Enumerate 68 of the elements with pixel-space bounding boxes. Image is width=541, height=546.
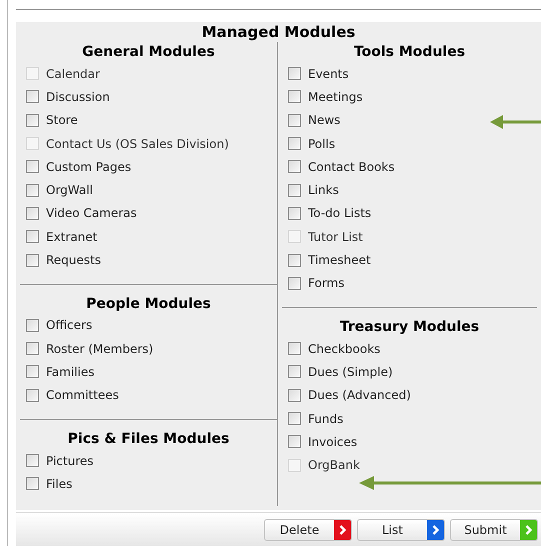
checkbox[interactable] (26, 90, 39, 104)
checkbox[interactable] (288, 137, 301, 150)
checkbox[interactable] (26, 477, 39, 490)
checkbox[interactable] (288, 67, 301, 80)
checkbox-label: Officers (46, 317, 92, 334)
checkbox-label: Extranet (46, 228, 98, 246)
checkbox-label: Dues (Advanced) (308, 387, 411, 404)
checkbox-label: News (308, 112, 340, 130)
checkbox-label: Families (46, 364, 94, 381)
checkbox-label: Roster (Members) (46, 340, 154, 358)
checkbox-label: Events (308, 66, 349, 83)
section-heading: Pics & Files Modules (68, 432, 230, 446)
annotation-arrow (490, 115, 541, 129)
checkbox-label: Requests (46, 252, 101, 270)
section-heading: Tools Modules (354, 45, 466, 59)
checkbox[interactable] (288, 435, 301, 448)
checkbox-label: Store (46, 112, 78, 130)
checkbox-label: Dues (Simple) (308, 364, 393, 381)
checkbox-label: To-do Lists (308, 205, 372, 222)
checkbox[interactable] (288, 388, 301, 402)
checkbox[interactable] (26, 184, 39, 197)
section-heading: General Modules (82, 45, 215, 59)
checkbox[interactable] (26, 454, 39, 467)
checkbox-label: Files (46, 476, 72, 493)
checkbox-label: Links (308, 182, 339, 200)
checkbox[interactable] (288, 90, 301, 104)
checkbox[interactable] (26, 230, 39, 244)
action-button[interactable]: Submit (450, 518, 538, 540)
action-button[interactable]: List (357, 518, 445, 540)
checkbox-label: Invoices (308, 434, 358, 451)
checkbox-label: Contact Books (308, 158, 395, 176)
checkbox[interactable] (288, 114, 301, 127)
checkbox[interactable] (288, 276, 301, 290)
action-button[interactable]: Delete (264, 518, 352, 540)
checkbox-label: Pictures (46, 452, 94, 470)
checkbox-label: Checkbooks (308, 340, 380, 358)
checkbox-label: Timesheet (308, 252, 371, 270)
checkbox[interactable] (288, 365, 301, 378)
checkbox[interactable] (288, 412, 301, 425)
checkbox-label: Calendar (46, 66, 100, 83)
checkbox-label: Video Cameras (46, 205, 137, 222)
checkbox-label: Tutor List (308, 228, 363, 246)
checkbox[interactable] (288, 206, 301, 220)
checkbox[interactable] (26, 254, 39, 267)
checkbox-label: OrgBank (308, 457, 360, 474)
checkbox[interactable] (288, 342, 301, 356)
checkbox-label: OrgWall (46, 182, 93, 200)
checkbox[interactable] (288, 184, 301, 197)
checkbox-label: Funds (308, 410, 344, 428)
section-heading: Treasury Modules (340, 320, 480, 334)
checkbox[interactable] (26, 342, 39, 356)
checkbox[interactable] (26, 318, 39, 332)
checkbox[interactable] (26, 388, 39, 402)
panel-title: Managed Modules (202, 24, 356, 40)
checkbox[interactable] (288, 160, 301, 174)
checkbox-label: Discussion (46, 88, 110, 106)
checkbox[interactable] (26, 114, 39, 127)
checkbox[interactable] (26, 206, 39, 220)
checkbox-label: Committees (46, 387, 119, 404)
checkbox-label: Contact Us (OS Sales Division) (46, 136, 229, 153)
section-heading: People Modules (86, 296, 211, 311)
checkbox-label: Polls (308, 136, 336, 153)
checkbox-label: Meetings (308, 88, 363, 106)
checkbox[interactable] (288, 254, 301, 267)
checkbox[interactable] (26, 365, 39, 378)
checkbox[interactable] (26, 160, 39, 174)
checkbox-label: Forms (308, 275, 344, 292)
checkbox-label: Custom Pages (46, 158, 132, 176)
